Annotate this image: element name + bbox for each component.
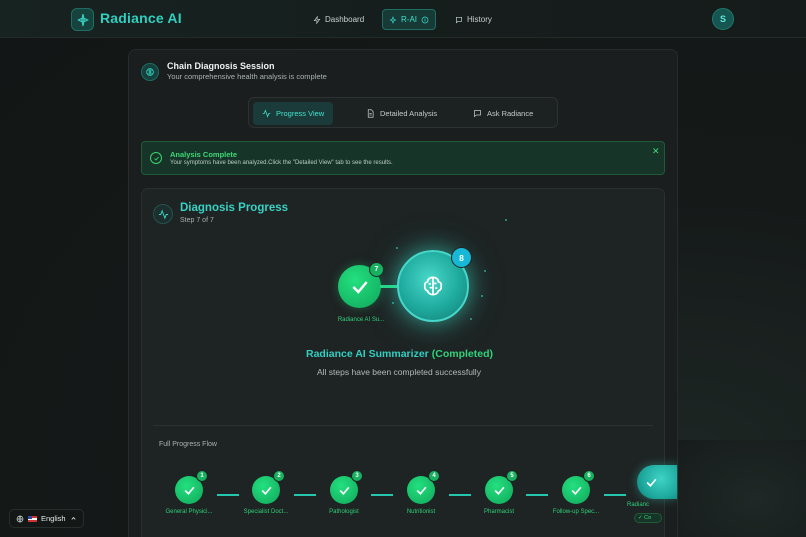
sparkle-dot: [392, 302, 394, 304]
globe-icon: [16, 515, 24, 523]
nav-r-ai[interactable]: R-AI: [382, 9, 436, 30]
message-icon: [456, 16, 462, 23]
user-avatar[interactable]: S: [712, 8, 734, 30]
flow-label-5: Pharmacist: [483, 509, 514, 515]
flow-node-7[interactable]: [637, 465, 677, 499]
flow-badge-5: 5: [506, 470, 518, 482]
sparkle-dot: [470, 318, 472, 320]
brand-name[interactable]: Radiance AI: [100, 10, 182, 26]
divider: [153, 425, 653, 426]
sparkle-icon: [389, 16, 397, 23]
check-circle-icon: [150, 152, 162, 164]
step-7-badge: 7: [369, 262, 384, 277]
close-icon[interactable]: ✕: [652, 146, 660, 157]
tab-progress-label: Progress View: [276, 109, 325, 118]
info-circle-icon: [421, 16, 429, 23]
tab-detailed-label: Detailed Analysis: [380, 109, 438, 118]
tab-ask-radiance[interactable]: Ask Radiance: [464, 102, 542, 125]
progress-title: Diagnosis Progress: [180, 202, 289, 214]
step-7-label: Radiance AI Su...: [337, 317, 385, 323]
sparkle-dot: [505, 219, 507, 221]
check-icon: [339, 486, 349, 495]
chat-icon: [474, 110, 481, 118]
nav-dashboard-label: Dashboard: [325, 15, 365, 24]
us-flag-icon: [28, 515, 37, 522]
alert-title: Analysis Complete: [170, 150, 238, 159]
flow-label-4: Nutritionist: [406, 509, 436, 515]
brain-icon: [423, 276, 443, 296]
flow-status-chip: ✓ Co: [634, 513, 662, 523]
check-icon: [646, 478, 657, 487]
nav-dashboard[interactable]: Dashboard: [307, 9, 370, 30]
check-icon: [571, 486, 581, 495]
logo-icon[interactable]: [71, 8, 94, 31]
flow-label: Full Progress Flow: [159, 441, 217, 448]
check-icon: [494, 486, 504, 495]
background-overflow: [678, 440, 806, 537]
flow-connector: [526, 494, 548, 496]
brain-icon: [141, 63, 159, 81]
nav-history[interactable]: History: [449, 9, 498, 30]
sparkle-dot: [484, 270, 486, 272]
nav-r-ai-label: R-AI: [401, 15, 417, 24]
document-icon: [367, 109, 374, 118]
current-step-status: (Completed): [431, 348, 493, 360]
step-connector: [380, 285, 398, 288]
completion-summary: All steps have been completed successful…: [317, 367, 481, 377]
flow-label-6: Follow-up Spec...: [552, 509, 600, 515]
tab-detailed-analysis[interactable]: Detailed Analysis: [357, 102, 446, 125]
sparkle-dot: [396, 247, 398, 249]
check-icon: [261, 486, 271, 495]
check-icon: [351, 280, 368, 294]
top-nav-bar: Radiance AI Dashboard R-AI History S: [0, 0, 806, 38]
chevron-up-icon: [71, 517, 76, 520]
flow-label-3: Pathologist: [329, 509, 359, 515]
flow-label-2: Specialist Doct...: [243, 509, 289, 515]
zap-icon: [313, 15, 321, 24]
step-8-badge: 8: [451, 247, 472, 268]
session-title: Chain Diagnosis Session: [167, 61, 275, 71]
progress-step: Step 7 of 7: [180, 217, 214, 224]
flow-badge-2: 2: [273, 470, 285, 482]
flow-connector: [217, 494, 239, 496]
flow-badge-1: 1: [196, 470, 208, 482]
flow-connector: [294, 494, 316, 496]
flow-connector: [604, 494, 626, 496]
check-icon: [416, 486, 426, 495]
sparkle-dot: [481, 295, 483, 297]
flow-connector: [449, 494, 471, 496]
activity-icon: [262, 109, 271, 118]
flow-badge-4: 4: [428, 470, 440, 482]
language-label: English: [41, 514, 66, 523]
flow-label-7: Radianc: [627, 502, 650, 508]
alert-message: Your symptoms have been analyzed.Click t…: [170, 160, 393, 166]
view-tabs: Progress View Detailed Analysis Ask Radi…: [248, 97, 558, 128]
activity-icon: [153, 204, 173, 224]
flow-label-1: General Physici...: [165, 509, 213, 515]
analysis-complete-alert: Analysis Complete Your symptoms have bee…: [141, 141, 665, 175]
nav-history-label: History: [467, 15, 492, 24]
tab-ask-label: Ask Radiance: [487, 109, 534, 118]
current-step-title: Radiance AI Summarizer (Completed): [306, 348, 493, 360]
flow-badge-3: 3: [351, 470, 363, 482]
check-icon: [184, 486, 194, 495]
tab-progress-view[interactable]: Progress View: [253, 102, 334, 125]
language-selector[interactable]: English: [9, 509, 84, 528]
flow-badge-6: 6: [583, 470, 595, 482]
session-subtitle: Your comprehensive health analysis is co…: [167, 72, 327, 81]
current-step-name: Radiance AI Summarizer: [306, 348, 429, 360]
flow-connector: [371, 494, 393, 496]
